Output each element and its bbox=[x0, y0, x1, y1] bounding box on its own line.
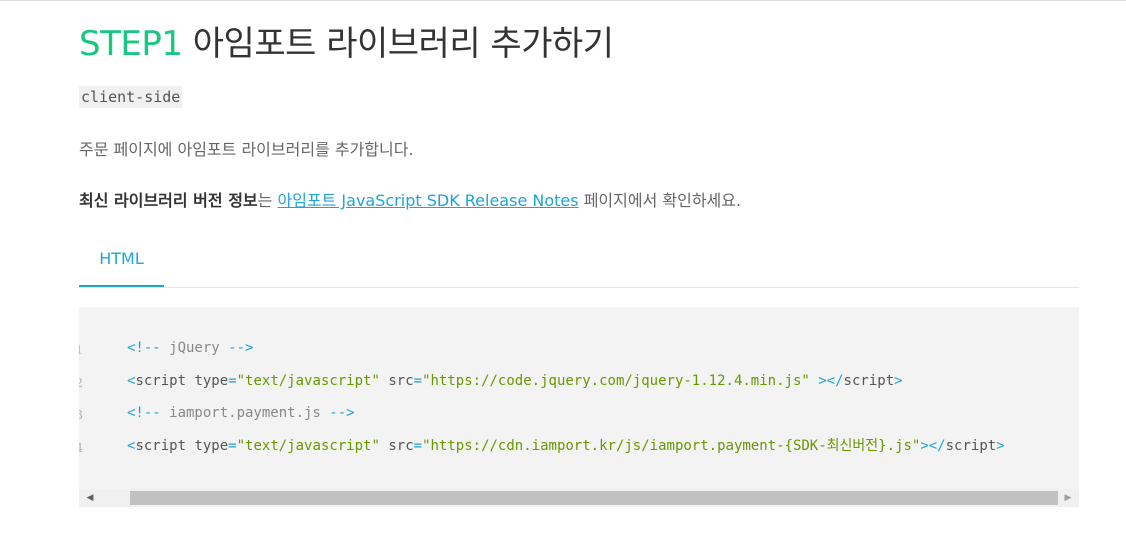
comment-text: jQuery bbox=[160, 340, 229, 356]
tag-close: ></ bbox=[920, 437, 946, 454]
tag-end: > bbox=[894, 372, 903, 389]
attr-value: "text/javascript" bbox=[236, 437, 380, 454]
line-number: 1 bbox=[79, 343, 83, 357]
code-content: <script type="text/javascript" src="http… bbox=[127, 434, 1005, 458]
tag-close-name: script bbox=[945, 437, 997, 454]
tag-end: > bbox=[996, 437, 1005, 454]
attr-name: type bbox=[194, 437, 229, 454]
code-tabs: HTML bbox=[79, 236, 1079, 288]
horizontal-scrollbar[interactable]: ◀ ▶ bbox=[79, 489, 1079, 507]
attr-value: "text/javascript" bbox=[236, 372, 380, 389]
attr-name: src bbox=[388, 437, 414, 454]
comment-text: iamport.payment.js bbox=[160, 405, 330, 421]
scroll-right-arrow-icon[interactable]: ▶ bbox=[1059, 489, 1077, 507]
tag-close: ></ bbox=[818, 372, 844, 389]
attr-value: "https://code.jquery.com/jquery-1.12.4.m… bbox=[422, 372, 810, 389]
page-title: STEP1 아임포트 라이브러리 추가하기 bbox=[79, 20, 614, 68]
line-number: 2 bbox=[79, 375, 83, 390]
code-line: 4 <script type="text/javascript" src="ht… bbox=[79, 434, 1079, 467]
code-content: <script type="text/javascript" src="http… bbox=[127, 369, 903, 393]
tag-name: script bbox=[135, 437, 187, 454]
version-info-suffix: 페이지에서 확인하세요. bbox=[583, 191, 742, 210]
comment-open: <!-- bbox=[127, 340, 161, 356]
scrollbar-thumb[interactable] bbox=[130, 491, 1058, 505]
step-label: STEP1 bbox=[79, 24, 183, 64]
attr-equals: = bbox=[413, 372, 423, 389]
version-info-bold: 최신 라이브러리 버전 정보 bbox=[79, 191, 258, 210]
code-content: <!-- jQuery --> bbox=[127, 336, 253, 360]
line-number: 3 bbox=[79, 408, 83, 422]
tab-html[interactable]: HTML bbox=[79, 236, 164, 287]
title-text: 아임포트 라이브러리 추가하기 bbox=[192, 24, 614, 64]
tag-name: script bbox=[135, 372, 187, 389]
release-notes-link[interactable]: 아임포트 JavaScript SDK Release Notes bbox=[277, 191, 578, 210]
comment-close: --> bbox=[329, 405, 355, 421]
comment-close: --> bbox=[228, 340, 254, 356]
code-lines: 1 <!-- jQuery --> 2 <script type="text/j… bbox=[79, 336, 1079, 466]
attr-name: type bbox=[194, 372, 229, 389]
comment-open: <!-- bbox=[127, 405, 161, 421]
code-block: 1 <!-- jQuery --> 2 <script type="text/j… bbox=[79, 307, 1079, 507]
attr-equals: = bbox=[413, 437, 423, 454]
code-line: 3 <!-- iamport.payment.js --> bbox=[79, 401, 1079, 434]
top-divider bbox=[0, 0, 1126, 1]
intro-text: 주문 페이지에 아임포트 라이브러리를 추가합니다. bbox=[79, 140, 414, 159]
version-info: 최신 라이브러리 버전 정보는 아임포트 JavaScript SDK Rele… bbox=[79, 189, 741, 213]
client-side-badge: client-side bbox=[79, 86, 183, 108]
attr-value: "https://cdn.iamport.kr/js/iamport.payme… bbox=[422, 437, 921, 454]
attr-equals: = bbox=[228, 437, 237, 454]
code-line: 1 <!-- jQuery --> bbox=[79, 336, 1079, 369]
attr-equals: = bbox=[228, 372, 237, 389]
tag-close-name: script bbox=[843, 372, 895, 389]
line-number: 4 bbox=[79, 440, 83, 455]
code-content: <!-- iamport.payment.js --> bbox=[127, 401, 355, 425]
code-line: 2 <script type="text/javascript" src="ht… bbox=[79, 369, 1079, 402]
version-info-particle: 는 bbox=[257, 191, 273, 210]
attr-name: src bbox=[388, 372, 414, 389]
scroll-left-arrow-icon[interactable]: ◀ bbox=[81, 489, 99, 507]
